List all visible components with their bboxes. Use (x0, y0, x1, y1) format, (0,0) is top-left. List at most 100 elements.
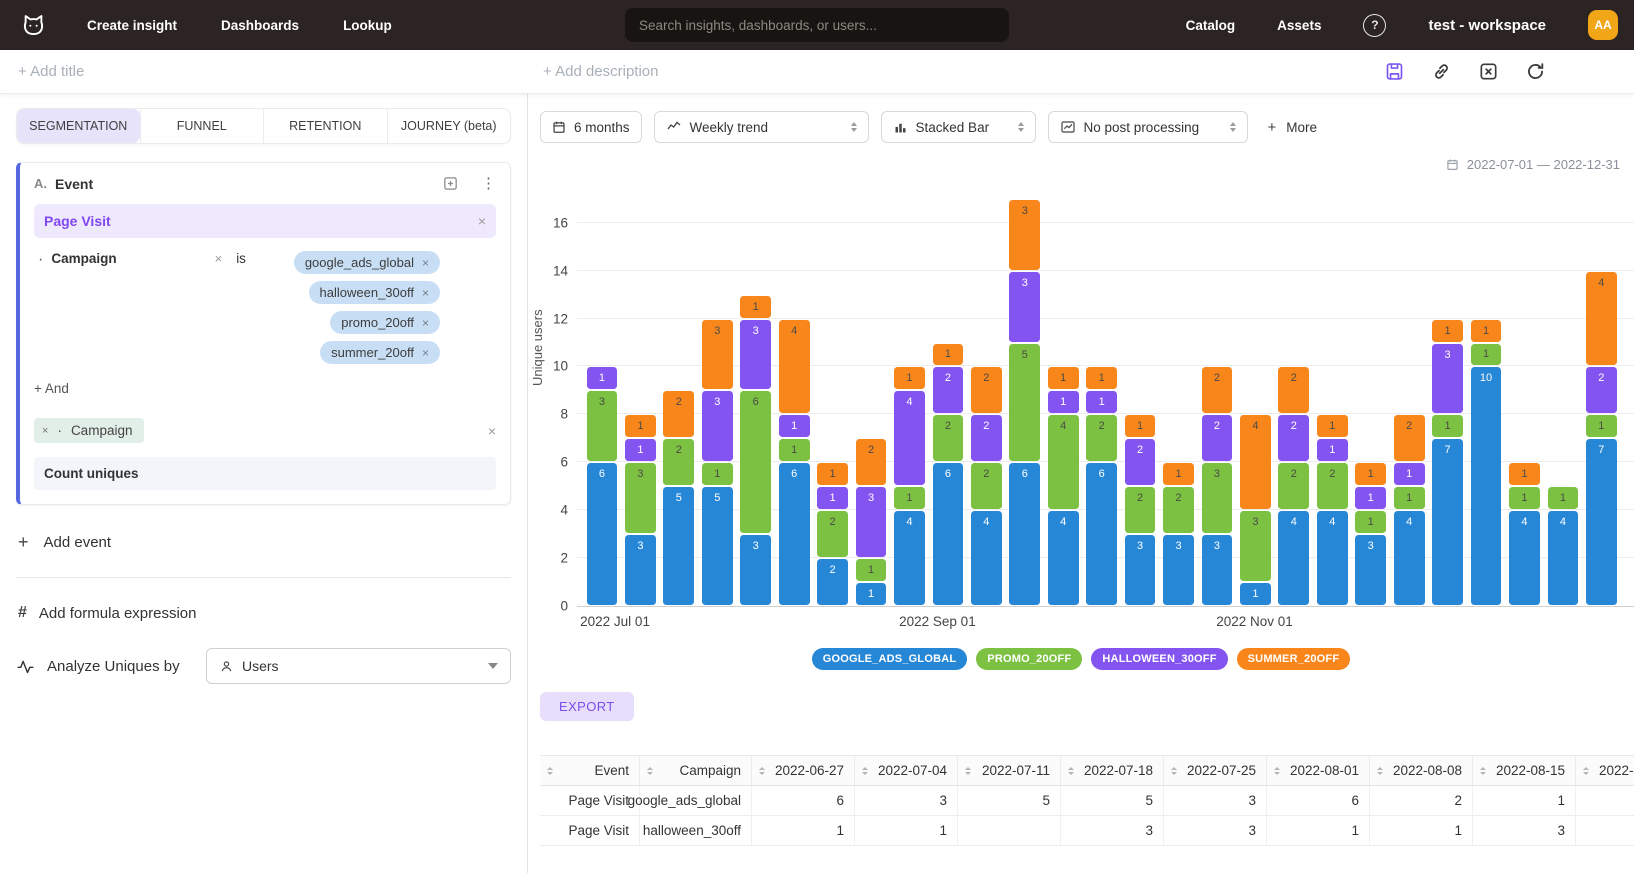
bar-segment-promo_20off[interactable]: 1 (1394, 487, 1425, 509)
filter-value-chip[interactable]: promo_20off× (330, 311, 440, 334)
bar-segment-summer_20off[interactable]: 4 (1586, 272, 1617, 366)
remove-value-icon[interactable]: × (422, 286, 429, 300)
legend-pill-halloween-30off[interactable]: HALLOWEEN_30OFF (1091, 648, 1227, 670)
bar-segment-promo_20off[interactable]: 2 (663, 439, 694, 485)
copy-link-icon[interactable] (1431, 61, 1452, 82)
bar-segment-promo_20off[interactable]: 3 (625, 463, 656, 533)
sort-icon[interactable] (547, 767, 553, 775)
bar-segment-google_ads_global[interactable]: 4 (1548, 511, 1579, 605)
bar-segment-promo_20off[interactable]: 1 (702, 463, 733, 485)
table-header-2022-06-27[interactable]: 2022-06-27 (752, 756, 855, 786)
bar-segment-promo_20off[interactable]: 1 (779, 439, 810, 461)
bar-segment-summer_20off[interactable]: 2 (1394, 415, 1425, 461)
bar-segment-halloween_30off[interactable]: 2 (1278, 415, 1309, 461)
app-logo-cat-icon[interactable] (20, 12, 47, 39)
table-header-2022-08-08[interactable]: 2022-08-08 (1370, 756, 1473, 786)
table-header-2022-07-04[interactable]: 2022-07-04 (855, 756, 958, 786)
bar-segment-promo_20off[interactable]: 1 (894, 487, 925, 509)
add-and-filter[interactable]: + And (34, 381, 496, 396)
remove-event-icon[interactable]: × (478, 213, 486, 229)
bar-segment-summer_20off[interactable]: 1 (740, 296, 771, 318)
table-header-2022-08-15[interactable]: 2022-08-15 (1473, 756, 1576, 786)
remove-breakdown-icon[interactable]: × (42, 425, 48, 437)
add-event-button[interactable]: + Add event (16, 533, 511, 551)
bar-segment-halloween_30off[interactable]: 2 (1202, 415, 1233, 461)
table-header-2022-08-22[interactable]: 2022-08-22 (1576, 756, 1634, 786)
bar-segment-halloween_30off[interactable]: 1 (1086, 391, 1117, 413)
remove-value-icon[interactable]: × (422, 316, 429, 330)
bar-segment-google_ads_global[interactable]: 3 (1125, 535, 1156, 605)
bar-segment-summer_20off[interactable]: 2 (1278, 367, 1309, 413)
add-description-field[interactable]: + Add description (543, 63, 659, 80)
filter-value-chip[interactable]: summer_20off× (320, 341, 440, 364)
table-header-2022-07-11[interactable]: 2022-07-11 (958, 756, 1061, 786)
bar-segment-promo_20off[interactable]: 2 (817, 511, 848, 557)
sort-icon[interactable] (647, 767, 653, 775)
refresh-icon[interactable] (1525, 61, 1546, 82)
bar-segment-google_ads_global[interactable]: 1 (856, 583, 887, 605)
tab-segmentation[interactable]: SEGMENTATION (17, 109, 140, 143)
sort-icon[interactable] (1583, 767, 1589, 775)
bar-segment-summer_20off[interactable]: 1 (1471, 320, 1502, 342)
bar-segment-google_ads_global[interactable]: 2 (817, 559, 848, 605)
tab-funnel[interactable]: FUNNEL (140, 109, 264, 143)
chart-type-select[interactable]: Stacked Bar (881, 111, 1036, 143)
event-selector[interactable]: Page Visit × (34, 204, 496, 238)
nav-item-lookup[interactable]: Lookup (343, 18, 392, 33)
bar-segment-halloween_30off[interactable]: 1 (779, 415, 810, 437)
bar-segment-promo_20off[interactable]: 2 (971, 463, 1002, 509)
bar-segment-promo_20off[interactable]: 5 (1009, 344, 1040, 462)
bar-segment-promo_20off[interactable]: 3 (1240, 511, 1271, 581)
bar-segment-google_ads_global[interactable]: 4 (1394, 511, 1425, 605)
bar-segment-halloween_30off[interactable]: 3 (740, 320, 771, 390)
bar-segment-google_ads_global[interactable]: 4 (894, 511, 925, 605)
bar-segment-summer_20off[interactable]: 1 (1317, 415, 1348, 437)
more-button[interactable]: + More (1268, 120, 1318, 135)
workspace-name[interactable]: test - workspace (1428, 17, 1546, 34)
bar-segment-google_ads_global[interactable]: 10 (1471, 367, 1502, 605)
bar-segment-summer_20off[interactable]: 4 (1240, 415, 1271, 509)
bar-segment-halloween_30off[interactable]: 1 (1394, 463, 1425, 485)
bar-segment-summer_20off[interactable]: 2 (663, 391, 694, 437)
filter-value-chip[interactable]: google_ads_global× (294, 251, 440, 274)
sort-icon[interactable] (862, 767, 868, 775)
bar-segment-halloween_30off[interactable]: 1 (1048, 391, 1079, 413)
trend-select[interactable]: Weekly trend (654, 111, 869, 143)
bar-segment-google_ads_global[interactable]: 3 (1202, 535, 1233, 605)
bar-segment-promo_20off[interactable]: 1 (1548, 487, 1579, 509)
sort-icon[interactable] (965, 767, 971, 775)
bar-segment-google_ads_global[interactable]: 6 (1086, 463, 1117, 605)
export-button[interactable]: EXPORT (540, 692, 634, 721)
bar-segment-google_ads_global[interactable]: 6 (1009, 463, 1040, 605)
bar-segment-promo_20off[interactable]: 1 (1432, 415, 1463, 437)
nav-item-create-insight[interactable]: Create insight (87, 18, 177, 33)
bar-segment-promo_20off[interactable]: 4 (1048, 415, 1079, 509)
bar-segment-summer_20off[interactable]: 1 (1125, 415, 1156, 437)
bar-segment-summer_20off[interactable]: 1 (1509, 463, 1540, 485)
bar-segment-google_ads_global[interactable]: 3 (625, 535, 656, 605)
clear-icon[interactable] (1478, 61, 1499, 82)
bar-segment-halloween_30off[interactable]: 4 (894, 391, 925, 485)
help-icon[interactable]: ? (1363, 14, 1386, 37)
bar-segment-google_ads_global[interactable]: 4 (1317, 511, 1348, 605)
time-window-button[interactable]: 6 months (540, 111, 642, 143)
bar-segment-summer_20off[interactable]: 3 (702, 320, 733, 390)
bar-segment-google_ads_global[interactable]: 5 (663, 487, 694, 605)
bar-segment-promo_20off[interactable]: 1 (1509, 487, 1540, 509)
table-header-2022-07-25[interactable]: 2022-07-25 (1164, 756, 1267, 786)
bar-segment-google_ads_global[interactable]: 4 (1509, 511, 1540, 605)
nav-item-catalog[interactable]: Catalog (1186, 18, 1236, 33)
tab-journey-beta[interactable]: JOURNEY (beta) (387, 109, 511, 143)
table-header-2022-07-18[interactable]: 2022-07-18 (1061, 756, 1164, 786)
sort-icon[interactable] (1274, 767, 1280, 775)
nav-item-assets[interactable]: Assets (1277, 18, 1321, 33)
bar-segment-halloween_30off[interactable]: 1 (625, 439, 656, 461)
bar-segment-google_ads_global[interactable]: 6 (779, 463, 810, 605)
bar-segment-summer_20off[interactable]: 1 (894, 367, 925, 389)
bar-segment-halloween_30off[interactable]: 1 (587, 367, 618, 389)
bar-segment-promo_20off[interactable]: 2 (1163, 487, 1194, 533)
add-filter-icon[interactable] (442, 175, 459, 192)
bar-segment-halloween_30off[interactable]: 2 (933, 367, 964, 413)
bar-segment-summer_20off[interactable]: 1 (1086, 367, 1117, 389)
sort-icon[interactable] (1068, 767, 1074, 775)
